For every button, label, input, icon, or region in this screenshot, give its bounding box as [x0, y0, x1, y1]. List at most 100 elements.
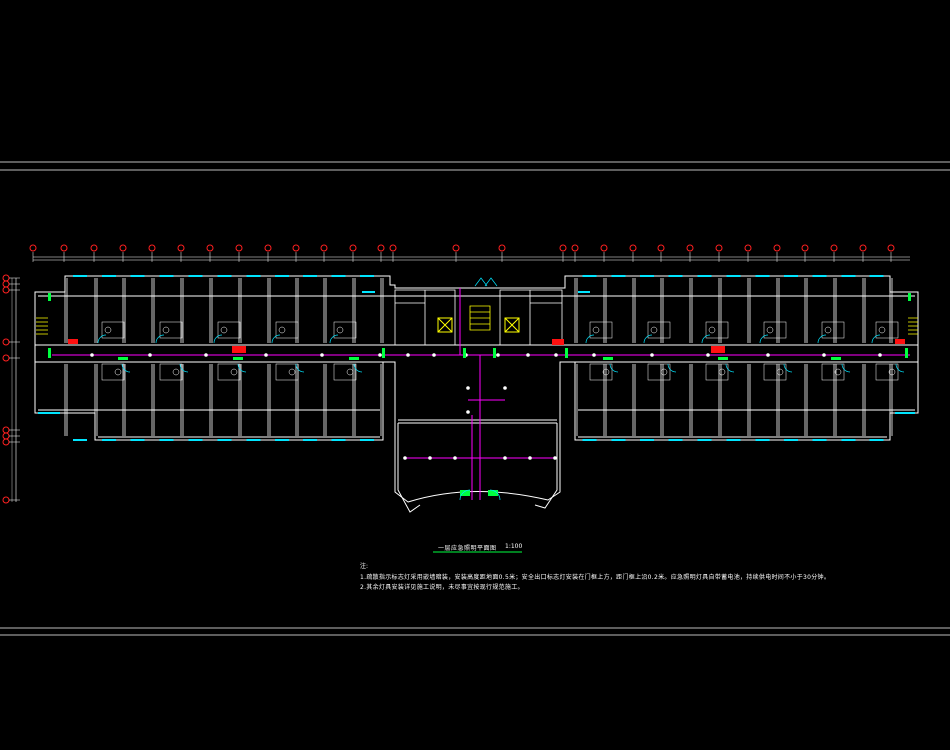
door-swing — [474, 277, 498, 287]
emergency-light — [592, 353, 596, 357]
axis-bubble — [2, 280, 10, 288]
axis-bubble — [206, 244, 214, 252]
axis-bubble — [571, 244, 579, 252]
axis-bubble — [657, 244, 665, 252]
bathroom-fixture — [589, 321, 613, 339]
door-swing — [271, 334, 281, 344]
door-swing — [871, 334, 881, 344]
emergency-light — [526, 353, 530, 357]
bathroom-fixture — [589, 363, 613, 381]
bathroom-fixture — [705, 321, 729, 339]
emergency-light — [90, 353, 94, 357]
note-line-2: 2.其余灯具安装详见施工说明，未尽事宜按现行规范施工。 — [360, 584, 524, 591]
axis-bubble — [2, 438, 10, 446]
note-label: 注: — [360, 563, 369, 570]
axis-bubble — [715, 244, 723, 252]
axis-bubble — [801, 244, 809, 252]
drawing-frame — [0, 161, 950, 636]
axis-bubble — [686, 244, 694, 252]
bathroom-fixture — [101, 321, 125, 339]
left-dimension-column — [2, 274, 20, 504]
emergency-light — [822, 353, 826, 357]
axis-bubble — [2, 286, 10, 294]
axis-bubble — [90, 244, 98, 252]
bathroom-fixture — [275, 363, 299, 381]
bathroom-fixture — [763, 321, 787, 339]
emergency-light — [378, 353, 382, 357]
bathroom-fixture — [159, 363, 183, 381]
axis-bubble — [600, 244, 608, 252]
axis-bubble — [498, 244, 506, 252]
emergency-light — [554, 353, 558, 357]
toilet — [878, 326, 886, 334]
emergency-light — [528, 456, 532, 460]
toilet — [592, 326, 600, 334]
door-swing — [155, 334, 165, 344]
emergency-light — [706, 353, 710, 357]
bathroom-fixture — [647, 363, 671, 381]
axis-bubble — [2, 338, 10, 346]
emergency-light — [264, 353, 268, 357]
bathroom-fixture — [217, 321, 241, 339]
door-swing — [97, 334, 107, 344]
door-swing — [609, 363, 619, 373]
door-swing — [783, 363, 793, 373]
toilet — [114, 368, 122, 376]
door-swings — [97, 277, 905, 501]
emergency-light — [466, 386, 470, 390]
axis-bubble — [177, 244, 185, 252]
bathroom-fixture — [763, 363, 787, 381]
toilet — [162, 326, 170, 334]
bathroom-fixture — [159, 321, 183, 339]
axis-bubble — [377, 244, 385, 252]
emergency-light — [204, 353, 208, 357]
axis-bubble — [235, 244, 243, 252]
door-swing — [895, 363, 905, 373]
emergency-light — [553, 456, 557, 460]
door-swing — [817, 334, 827, 344]
axis-bubble — [29, 244, 37, 252]
axis-bubble — [452, 244, 460, 252]
bathroom-fixture — [101, 363, 125, 381]
toilet — [718, 368, 726, 376]
distribution-panel-icon — [68, 339, 905, 353]
door-swing — [585, 334, 595, 344]
door-swing — [295, 363, 305, 373]
floor-plan-drawing — [0, 161, 950, 636]
axis-bubble — [559, 244, 567, 252]
drawing-title: 一层应急照明平面图 — [438, 545, 497, 552]
room-partitions — [64, 278, 893, 436]
axis-bubble — [264, 244, 272, 252]
door-swing — [759, 334, 769, 344]
toilet — [172, 368, 180, 376]
bathroom-fixture — [875, 321, 899, 339]
emergency-light — [496, 353, 500, 357]
axis-bubble — [2, 432, 10, 440]
toilet — [278, 326, 286, 334]
top-dimension-line — [33, 256, 910, 261]
axis-bubble — [629, 244, 637, 252]
window-marks — [38, 275, 915, 441]
toilet — [660, 368, 668, 376]
emergency-light — [453, 456, 457, 460]
axis-bubble — [60, 244, 68, 252]
bathroom-fixture — [821, 321, 845, 339]
axis-bubble — [119, 244, 127, 252]
bathroom-fixture — [821, 363, 845, 381]
axis-bubble — [148, 244, 156, 252]
axis-bubble — [887, 244, 895, 252]
emergency-lights — [90, 353, 882, 460]
door-swing — [841, 363, 851, 373]
door-swing — [725, 363, 735, 373]
bathroom-fixture — [705, 363, 729, 381]
axis-bubble — [292, 244, 300, 252]
axis-bubble — [830, 244, 838, 252]
note-line-1: 1.疏散指示标志灯采用嵌墙暗装，安装高度距地面0.5米；安全出口标志灯安装在门框… — [360, 574, 831, 581]
emergency-light — [406, 353, 410, 357]
emergency-light — [503, 386, 507, 390]
toilet — [708, 326, 716, 334]
toilet — [230, 368, 238, 376]
toilet — [346, 368, 354, 376]
emergency-light — [466, 410, 470, 414]
toilet — [776, 368, 784, 376]
